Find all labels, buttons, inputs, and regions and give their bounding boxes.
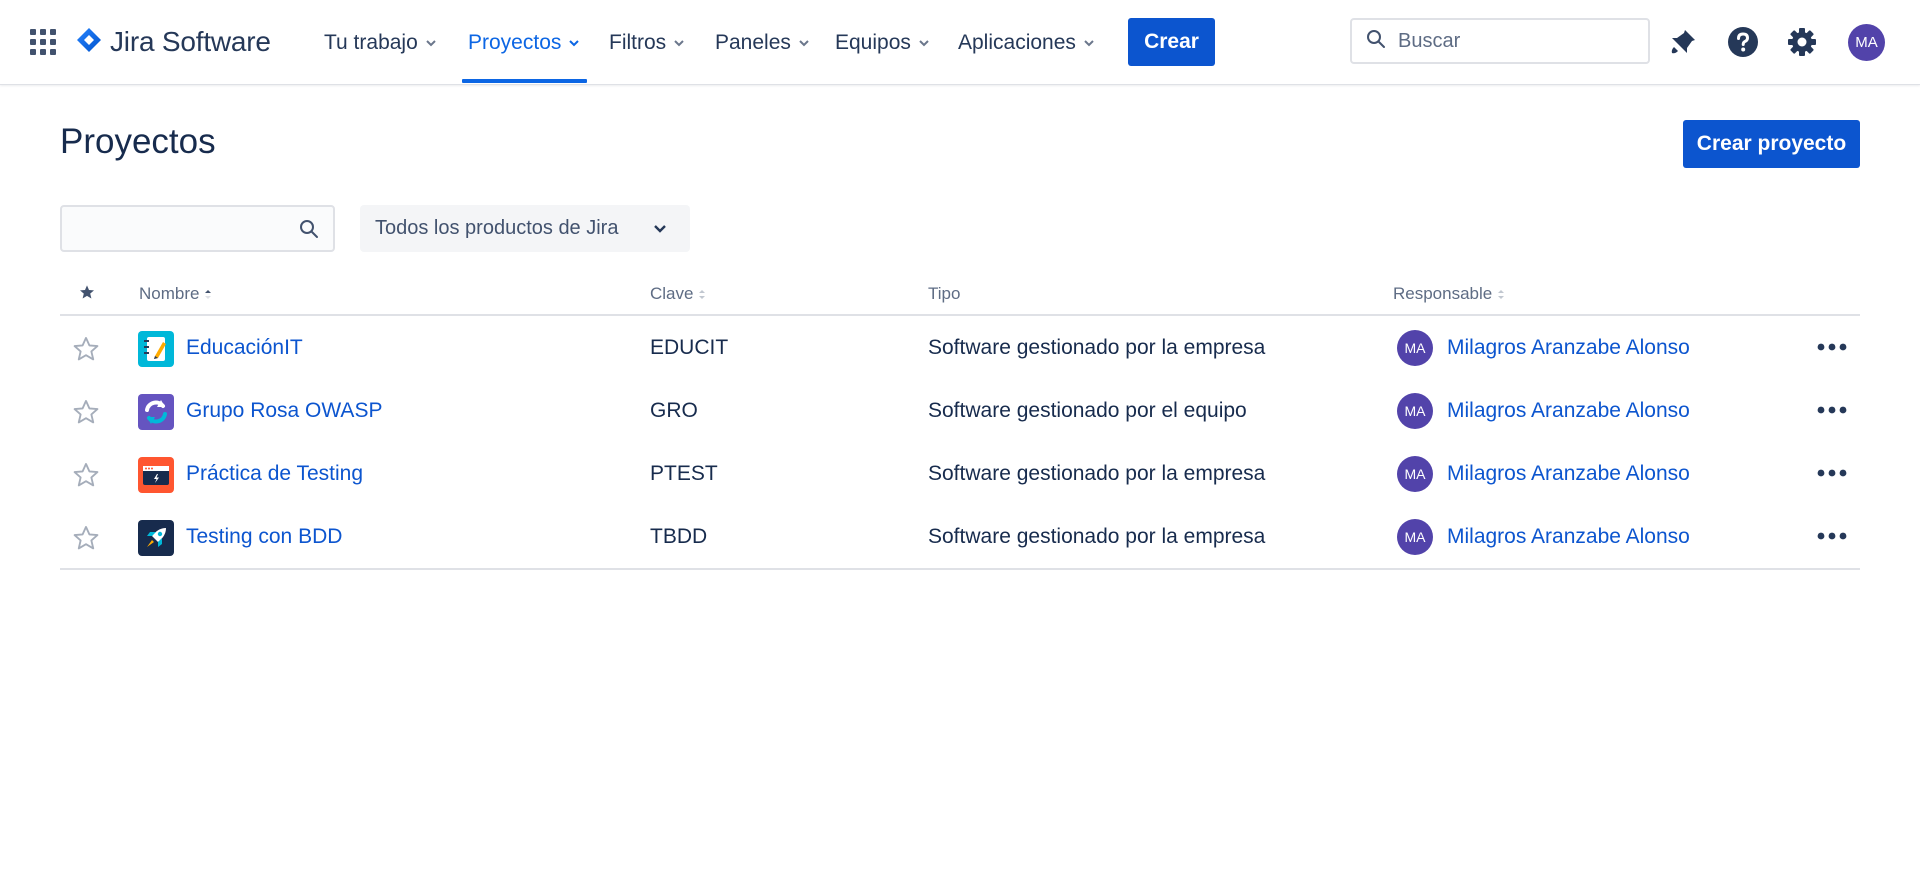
star-outline-icon[interactable] [72, 524, 100, 557]
jira-logo[interactable]: Jira Software [76, 22, 271, 62]
project-key: PTEST [650, 462, 718, 485]
nav-label: Tu trabajo [324, 30, 418, 54]
help-icon[interactable] [1723, 22, 1763, 62]
project-name-link[interactable]: Grupo Rosa OWASP [186, 399, 382, 423]
refresh-cycle-icon [138, 394, 174, 430]
project-lead-link[interactable]: Milagros Aranzabe Alonso [1447, 462, 1690, 486]
column-key[interactable]: Clave [650, 284, 707, 304]
notebook-icon [138, 331, 174, 367]
terminal-window-icon [138, 457, 174, 493]
product-filter-select[interactable]: Todos los productos de Jira [360, 205, 690, 252]
nav-label: Aplicaciones [958, 30, 1076, 54]
more-actions-icon[interactable] [1812, 332, 1852, 362]
chevron-down-icon [797, 36, 811, 50]
column-label: Nombre [139, 284, 200, 303]
product-filter-value: Todos los productos de Jira [375, 217, 619, 239]
notifications-icon[interactable] [1663, 22, 1703, 62]
chevron-down-icon [652, 220, 668, 243]
settings-icon[interactable] [1782, 22, 1822, 62]
table-row: Práctica de Testing PTEST Software gesti… [60, 442, 1860, 505]
project-type: Software gestionado por el equipo [928, 399, 1247, 422]
star-outline-icon[interactable] [72, 335, 100, 368]
table-row: EducaciónIT EDUCIT Software gestionado p… [60, 316, 1860, 379]
column-label: Tipo [928, 284, 961, 303]
nav-proyectos[interactable]: Proyectos [461, 0, 588, 85]
sort-icon [1496, 287, 1506, 301]
star-outline-icon[interactable] [72, 461, 100, 494]
sort-icon [697, 287, 707, 301]
avatar: MA [1397, 330, 1433, 366]
search-input[interactable] [1398, 29, 1638, 53]
chevron-down-icon [567, 36, 581, 50]
global-search[interactable] [1350, 18, 1650, 64]
nav-label: Proyectos [468, 30, 562, 54]
search-icon [299, 219, 319, 244]
table-footer-divider [60, 568, 1860, 570]
project-key: GRO [650, 399, 698, 422]
star-outline-icon[interactable] [72, 398, 100, 431]
table-row: Testing con BDD TBDD Software gestionado… [60, 505, 1860, 568]
nav-tu-trabajo[interactable]: Tu trabajo [324, 0, 438, 85]
project-type: Software gestionado por la empresa [928, 525, 1266, 548]
rocket-icon [138, 520, 174, 556]
project-search-input[interactable] [62, 207, 282, 250]
more-actions-icon[interactable] [1812, 521, 1852, 551]
nav-label: Equipos [835, 30, 911, 54]
project-key: EDUCIT [650, 336, 729, 359]
column-label: Clave [650, 284, 694, 303]
app-switcher-icon[interactable] [28, 27, 60, 59]
more-actions-icon[interactable] [1812, 395, 1852, 425]
top-navigation: Jira Software Tu trabajo Proyectos Filtr… [0, 0, 1920, 85]
jira-diamond-icon [76, 27, 102, 58]
project-key: TBDD [650, 525, 708, 548]
avatar: MA [1397, 393, 1433, 429]
sort-ascending-icon [203, 287, 213, 301]
column-favorite[interactable] [79, 284, 95, 305]
avatar: MA [1397, 456, 1433, 492]
star-filled-icon [79, 284, 95, 305]
column-label: Responsable [1393, 284, 1493, 303]
chevron-down-icon [1082, 36, 1096, 50]
project-name-link[interactable]: Práctica de Testing [186, 462, 363, 486]
nav-paneles[interactable]: Paneles [715, 0, 811, 85]
chevron-down-icon [672, 36, 686, 50]
project-type: Software gestionado por la empresa [928, 336, 1266, 359]
user-avatar[interactable]: MA [1848, 24, 1885, 61]
create-project-button[interactable]: Crear proyecto [1683, 120, 1860, 168]
project-lead-link[interactable]: Milagros Aranzabe Alonso [1447, 399, 1690, 423]
more-actions-icon[interactable] [1812, 458, 1852, 488]
nav-filtros[interactable]: Filtros [609, 0, 686, 85]
avatar: MA [1397, 519, 1433, 555]
column-lead[interactable]: Responsable [1393, 284, 1506, 304]
column-name[interactable]: Nombre [139, 284, 213, 304]
search-icon [1366, 29, 1386, 54]
brand-name: Jira Software [110, 26, 271, 57]
chevron-down-icon [917, 36, 931, 50]
chevron-down-icon [424, 36, 438, 50]
create-button[interactable]: Crear [1128, 18, 1215, 66]
nav-aplicaciones[interactable]: Aplicaciones [958, 0, 1096, 85]
table-row: Grupo Rosa OWASP GRO Software gestionado… [60, 379, 1860, 442]
column-type: Tipo [928, 284, 960, 304]
nav-label: Paneles [715, 30, 791, 54]
nav-label: Filtros [609, 30, 667, 54]
project-search[interactable] [60, 205, 335, 252]
project-lead-link[interactable]: Milagros Aranzabe Alonso [1447, 336, 1690, 360]
nav-equipos[interactable]: Equipos [835, 0, 931, 85]
page-title: Proyectos [60, 122, 216, 161]
project-name-link[interactable]: EducaciónIT [186, 336, 303, 360]
project-type: Software gestionado por la empresa [928, 462, 1266, 485]
project-name-link[interactable]: Testing con BDD [186, 525, 342, 549]
project-lead-link[interactable]: Milagros Aranzabe Alonso [1447, 525, 1690, 549]
